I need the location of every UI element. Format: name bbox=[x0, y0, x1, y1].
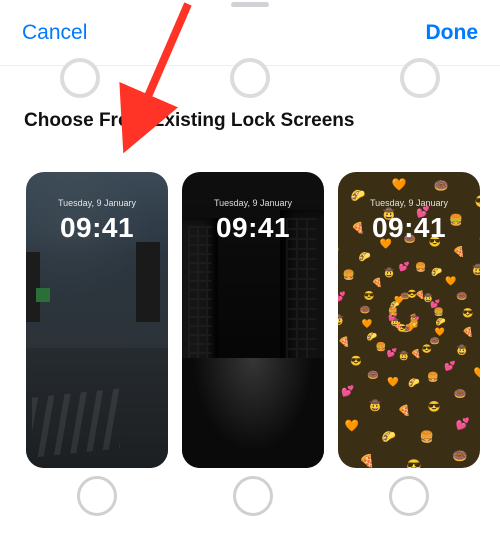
lock-time: 09:41 bbox=[338, 212, 480, 244]
navbar: Cancel Done bbox=[0, 0, 500, 66]
lock-time: 09:41 bbox=[26, 212, 168, 244]
radio-3[interactable] bbox=[389, 476, 429, 516]
lock-date: Tuesday, 9 January bbox=[182, 198, 324, 208]
done-button[interactable]: Done bbox=[426, 21, 479, 45]
lock-screen-picker-sheet: Cancel Done Choose From Existing Lock Sc… bbox=[0, 0, 500, 541]
lock-date: Tuesday, 9 January bbox=[338, 198, 480, 208]
lock-screen-thumbnail-1[interactable]: Tuesday, 9 January 09:41 bbox=[26, 172, 168, 468]
lock-screen-thumbnail-2[interactable]: Tuesday, 9 January 09:41 bbox=[182, 172, 324, 468]
lock-screen-thumbnail-3[interactable]: 🍕🤠💕🍔🌮🧡🍩😎🍕🤠💕🍔🌮🧡🍩😎🍕🤠💕🍔🌮🧡🍩😎🍕🤠💕🍔🌮🧡🍩😎🍕🤠💕🍔🌮🧡🍩😎… bbox=[338, 172, 480, 468]
radio-1[interactable] bbox=[77, 476, 117, 516]
radio-2[interactable] bbox=[233, 476, 273, 516]
cancel-button[interactable]: Cancel bbox=[22, 21, 87, 45]
lock-time: 09:41 bbox=[182, 212, 324, 244]
selection-radios bbox=[26, 476, 480, 516]
lock-screen-thumbnails: Tuesday, 9 January 09:41 Tuesday, 9 Janu… bbox=[26, 172, 480, 468]
section-title: Choose From Existing Lock Screens bbox=[24, 110, 354, 132]
lock-date: Tuesday, 9 January bbox=[26, 198, 168, 208]
